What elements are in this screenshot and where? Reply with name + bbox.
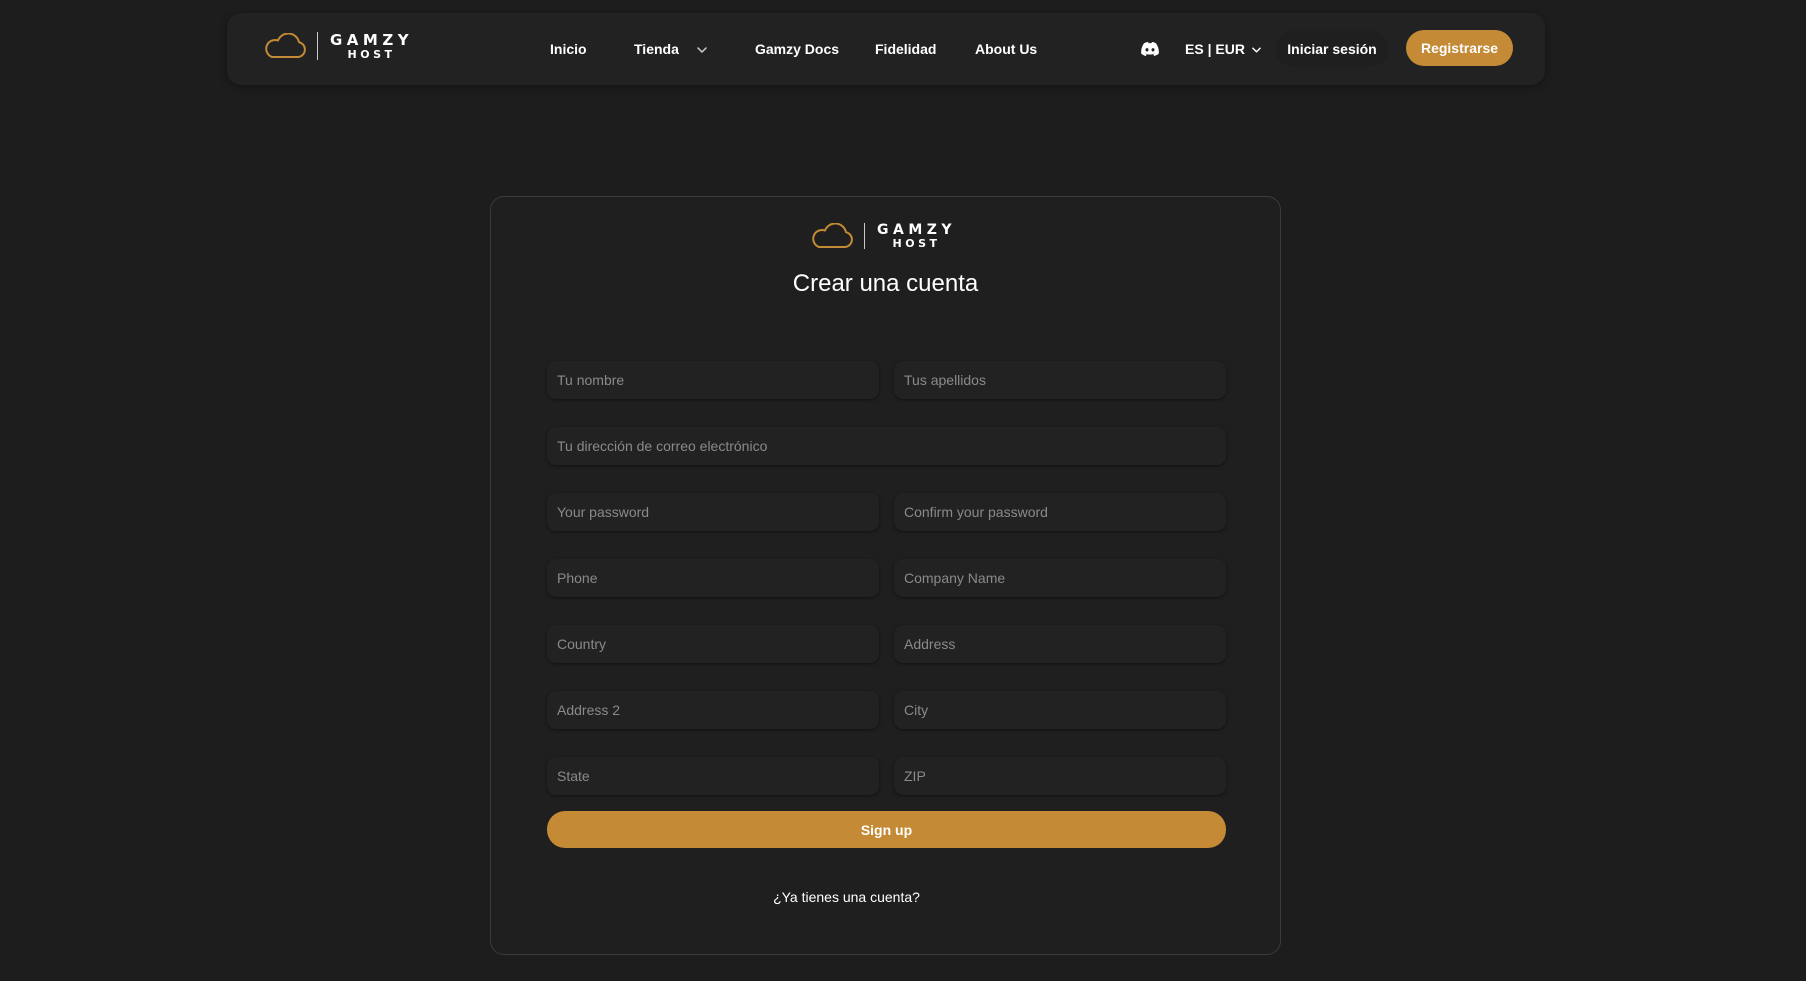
chevron-down-icon xyxy=(1252,47,1261,53)
nav-link-tienda[interactable]: Tienda xyxy=(634,13,707,85)
have-account-link[interactable]: ¿Ya tienes una cuenta? xyxy=(773,889,920,905)
country-field[interactable] xyxy=(547,625,879,663)
logo-text-top: GAMZY xyxy=(877,222,957,238)
logo-wordmark: GAMZY HOST xyxy=(877,223,956,249)
login-prompt: ¿Ya tienes una cuenta? xyxy=(491,889,1280,905)
password-field[interactable] xyxy=(547,493,879,531)
company-name-field[interactable] xyxy=(894,559,1226,597)
language-currency-label: ES | EUR xyxy=(1185,41,1245,57)
sign-up-button[interactable]: Sign up xyxy=(547,811,1226,848)
zip-field[interactable] xyxy=(894,757,1226,795)
login-button[interactable]: Iniciar sesión xyxy=(1275,31,1389,67)
state-field[interactable] xyxy=(547,757,879,795)
register-button[interactable]: Registrarse xyxy=(1406,30,1513,66)
cloud-icon xyxy=(812,223,853,248)
confirm-password-field[interactable] xyxy=(894,493,1226,531)
language-currency-selector[interactable]: ES | EUR xyxy=(1185,13,1261,85)
discord-icon[interactable] xyxy=(1140,41,1160,57)
phone-field[interactable] xyxy=(547,559,879,597)
city-field[interactable] xyxy=(894,691,1226,729)
nav-link-tienda-label: Tienda xyxy=(634,41,679,57)
nav-link-about-us[interactable]: About Us xyxy=(975,13,1037,85)
page-title: Crear una cuenta xyxy=(792,270,979,297)
nav-link-fidelidad[interactable]: Fidelidad xyxy=(875,13,936,85)
top-navbar: GAMZY HOST Inicio Tienda Gamzy Docs Fide… xyxy=(227,13,1545,85)
logo-text-bottom: HOST xyxy=(892,237,941,250)
chevron-down-icon xyxy=(697,47,707,54)
email-field[interactable] xyxy=(547,427,1226,465)
nav-link-inicio[interactable]: Inicio xyxy=(550,13,587,85)
card-logo: GAMZY HOST xyxy=(810,223,956,249)
address-field[interactable] xyxy=(894,625,1226,663)
address2-field[interactable] xyxy=(547,691,879,729)
last-name-field[interactable] xyxy=(894,361,1226,399)
logo-divider xyxy=(864,223,865,249)
nav-link-gamzy-docs[interactable]: Gamzy Docs xyxy=(755,13,839,85)
first-name-field[interactable] xyxy=(547,361,879,399)
signup-card: GAMZY HOST Crear una cuenta Sign up ¿Ya … xyxy=(490,196,1281,955)
